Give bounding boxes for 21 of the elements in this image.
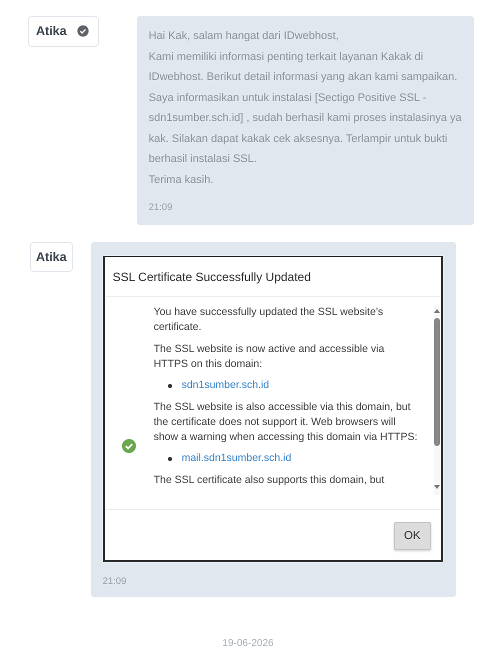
bullet-icon xyxy=(168,384,172,388)
dialog-text: The SSL website is also accessible via this domain, but the certificate does not support it. Web browsers will show a warning when accessing this domain via HTTPS: xyxy=(154,400,418,445)
dialog-text: You have successfully updated the SSL website’s certificate. xyxy=(154,305,384,335)
dialog-text: The SSL certificate also supports this domain, but xyxy=(154,473,386,488)
sender-name: Atika xyxy=(36,24,67,38)
sender-name: Atika xyxy=(36,250,67,264)
ok-button[interactable]: OK xyxy=(394,522,431,550)
date-label: 19-06-2026 xyxy=(222,638,274,649)
dialog-text: The SSL website is now active and accessible via HTTPS on this domain: xyxy=(154,342,386,372)
scroll-thumb[interactable] xyxy=(434,318,440,446)
success-icon xyxy=(122,439,136,453)
scroll-down-icon xyxy=(434,485,440,489)
message-time: 21:09 xyxy=(148,202,174,213)
message-text: Hai Kak, salam hangat dari IDwebhost, Kami memiliki informasi penting terkait layanan Kakak di IDwebhost. Berikut detail informasi yang akan kami sampaikan. Saya informasikan untuk instalasi [Sectigo Positive SSL - sdn1sumber.sch.id] , sudah berhasil kami proses instalasinya ya kak. Silakan dapat kakak cek aksesnya. Terlampir untuk bukti berhasil instalasi SSL. Terima kasih. xyxy=(148,29,462,188)
dialog-title: SSL Certificate Successfully Updated xyxy=(104,257,441,297)
bullet-icon xyxy=(168,456,172,460)
message-time: 21:09 xyxy=(102,576,128,587)
scrollbar[interactable] xyxy=(434,305,441,495)
domain-link[interactable]: sdn1sumber.sch.id xyxy=(182,378,270,393)
domain-link[interactable]: mail.sdn1sumber.sch.id xyxy=(182,451,292,466)
scroll-up-icon xyxy=(434,309,440,313)
